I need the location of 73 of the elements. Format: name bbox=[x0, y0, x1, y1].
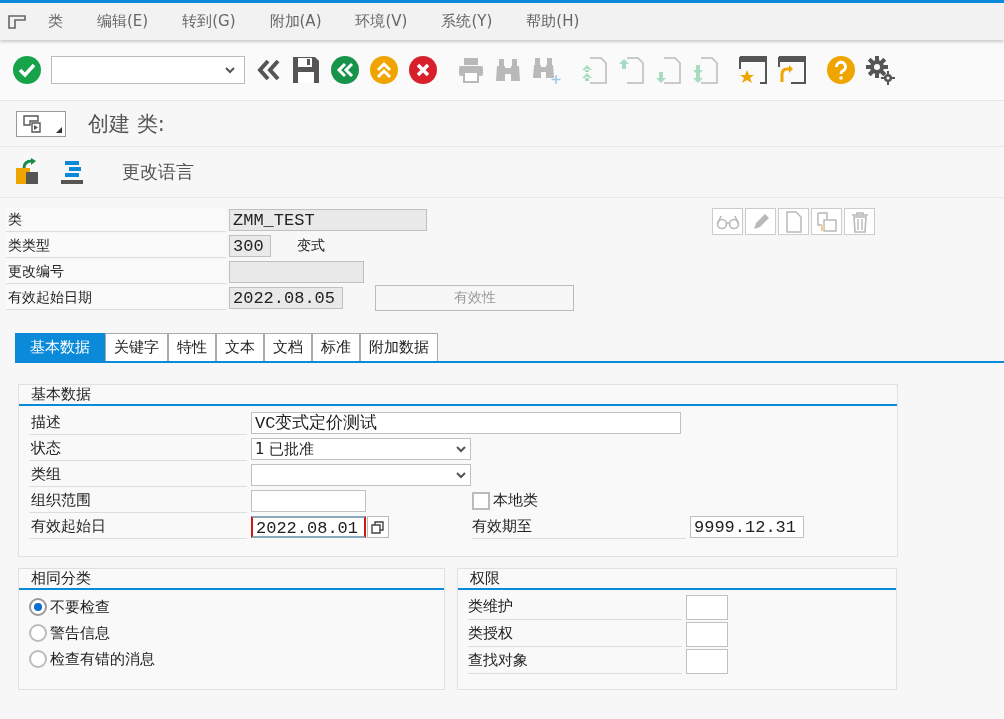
field-label: 查找对象 bbox=[468, 648, 682, 674]
field-label: 状态 bbox=[29, 436, 247, 461]
window-arrow-icon[interactable] bbox=[777, 55, 807, 85]
tab[interactable]: 基本数据 bbox=[15, 333, 105, 361]
copy-icon bbox=[815, 210, 838, 233]
radio-button[interactable] bbox=[29, 650, 47, 668]
double-chevron-icon[interactable] bbox=[256, 58, 282, 82]
corner-icon bbox=[56, 126, 62, 133]
change-language-button[interactable]: 更改语言 bbox=[122, 160, 194, 184]
tab[interactable]: 附加数据 bbox=[360, 333, 438, 361]
class-field[interactable]: ZMM_TEST bbox=[229, 209, 427, 231]
valid-from-field[interactable]: 2022.08.05 bbox=[229, 287, 343, 309]
document-icon bbox=[783, 210, 804, 233]
class-group-dropdown[interactable] bbox=[251, 463, 471, 486]
hierarchy-icon[interactable] bbox=[58, 158, 86, 186]
option-label: 不要检查 bbox=[50, 597, 110, 617]
menu-item[interactable]: 附加(A) bbox=[269, 12, 322, 31]
group-title: 相同分类 bbox=[19, 569, 444, 590]
valid-to-field[interactable]: 9999.12.31 bbox=[690, 515, 804, 538]
field-label: 类维护 bbox=[468, 594, 682, 620]
tab[interactable]: 关键字 bbox=[105, 333, 168, 361]
menu-item[interactable]: 类 bbox=[48, 12, 63, 31]
menu-item[interactable]: 帮助(H) bbox=[526, 12, 580, 31]
status-dropdown[interactable]: 1 已批准 bbox=[251, 437, 471, 460]
input-field[interactable] bbox=[686, 594, 728, 620]
cancel-icon[interactable] bbox=[408, 55, 438, 85]
trash-icon bbox=[849, 210, 870, 233]
tab[interactable]: 文档 bbox=[264, 333, 312, 361]
change-number-field[interactable] bbox=[229, 261, 364, 283]
menu-item[interactable]: 转到(G) bbox=[182, 12, 236, 31]
window-star-icon[interactable] bbox=[738, 55, 768, 85]
settings-icon[interactable] bbox=[865, 55, 895, 85]
org-area-field[interactable] bbox=[251, 489, 366, 512]
menu-item[interactable]: 编辑(E) bbox=[97, 12, 149, 31]
menu-icon[interactable] bbox=[8, 14, 26, 29]
glasses-icon bbox=[715, 213, 740, 230]
field-label: 类组 bbox=[29, 462, 247, 487]
group-title: 基本数据 bbox=[19, 385, 897, 406]
screen-title: 创建 类: bbox=[88, 110, 165, 138]
save-icon[interactable] bbox=[291, 55, 321, 85]
class-type-text: 变式 bbox=[297, 237, 325, 255]
field-label: 有效起始日 bbox=[29, 514, 247, 539]
option-label: 警告信息 bbox=[50, 623, 110, 643]
field-label: 描述 bbox=[29, 410, 247, 435]
value-help-icon[interactable] bbox=[367, 515, 389, 538]
tab[interactable]: 标准 bbox=[312, 333, 360, 361]
menu-item[interactable]: 系统(Y) bbox=[441, 12, 493, 31]
option-label: 检查有错的消息 bbox=[50, 649, 155, 669]
menu-item[interactable]: 环境(V) bbox=[355, 12, 408, 31]
tab[interactable]: 文本 bbox=[216, 333, 264, 361]
command-field[interactable] bbox=[51, 56, 245, 84]
field-label: 有效期至 bbox=[472, 514, 686, 539]
valid-from-field[interactable]: 2022.08.01 bbox=[251, 515, 366, 538]
local-class-checkbox[interactable]: 本地类 bbox=[472, 491, 538, 510]
caret-icon bbox=[455, 470, 467, 479]
caret-icon bbox=[224, 66, 236, 74]
tab[interactable]: 特性 bbox=[168, 333, 216, 361]
up-icon[interactable] bbox=[369, 55, 399, 85]
description-field[interactable]: VC变式定价测试 bbox=[251, 411, 681, 434]
caret-icon bbox=[455, 444, 467, 453]
help-icon[interactable] bbox=[826, 55, 856, 85]
screen-menu-icon bbox=[23, 114, 43, 133]
radio-button[interactable] bbox=[29, 624, 47, 642]
screen-menu-button[interactable] bbox=[16, 110, 66, 137]
field-label: 组织范围 bbox=[29, 488, 247, 513]
field-label: 类授权 bbox=[468, 621, 682, 647]
checkmark-icon[interactable] bbox=[12, 55, 42, 85]
input-field[interactable] bbox=[686, 621, 728, 647]
class-type-field[interactable]: 300 bbox=[229, 235, 271, 257]
group-title: 权限 bbox=[458, 569, 896, 590]
radio-button[interactable] bbox=[29, 598, 47, 616]
input-field[interactable] bbox=[686, 648, 728, 674]
back-icon[interactable] bbox=[330, 55, 360, 85]
